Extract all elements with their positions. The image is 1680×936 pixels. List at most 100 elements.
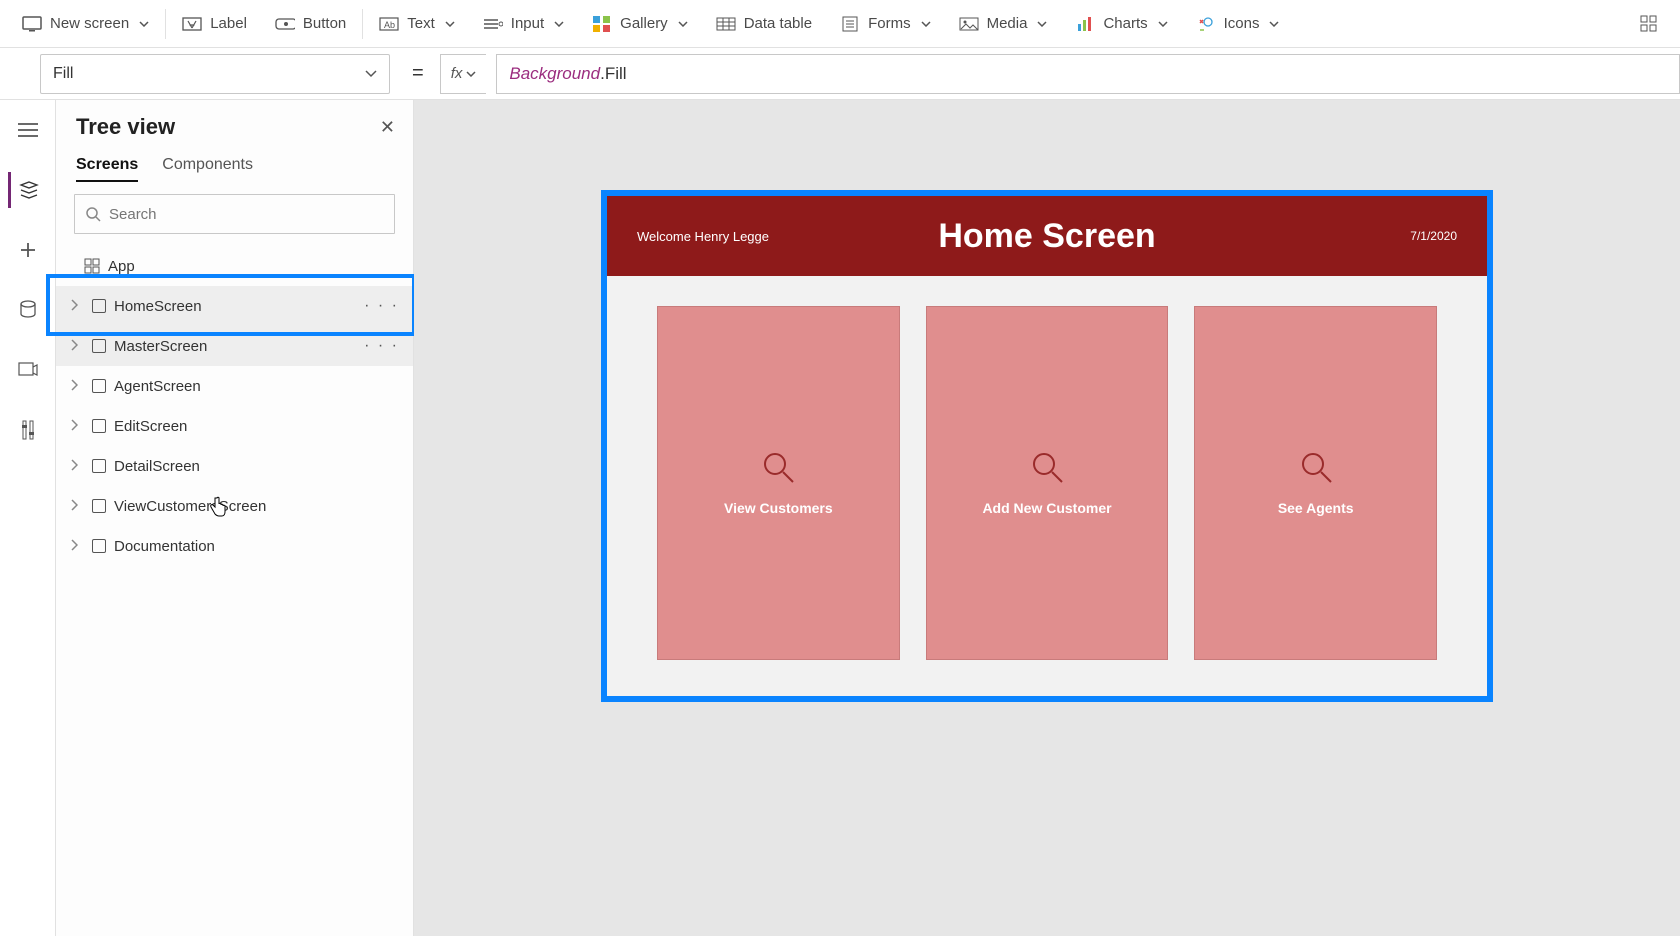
property-selector[interactable]: Fill <box>40 54 390 94</box>
chevron-right-icon <box>70 538 84 555</box>
tree-item-label: DetailScreen <box>114 458 200 475</box>
icons-label: Icons <box>1224 15 1260 32</box>
media-rail-button[interactable] <box>8 352 48 388</box>
chevron-right-icon <box>70 338 84 355</box>
text-button[interactable]: Ab Text <box>365 0 469 48</box>
media-button[interactable]: Media <box>945 0 1062 48</box>
chevron-down-icon <box>139 21 149 27</box>
chevron-down-icon <box>1037 21 1047 27</box>
screen-selection[interactable]: Welcome Henry Legge Home Screen 7/1/2020… <box>601 190 1493 702</box>
grid-snap-button[interactable] <box>1626 0 1672 48</box>
charts-button[interactable]: Charts <box>1061 0 1181 48</box>
formula-reference: Background <box>509 64 600 84</box>
equals-sign: = <box>412 62 424 85</box>
formula-input[interactable]: Background.Fill <box>496 54 1680 94</box>
data-table-button[interactable]: Data table <box>702 0 826 48</box>
icons-button[interactable]: Icons <box>1182 0 1294 48</box>
new-screen-label: New screen <box>50 15 129 32</box>
tree-item-editscreen[interactable]: EditScreen· · · <box>56 406 413 446</box>
forms-button[interactable]: Forms <box>826 0 945 48</box>
icons-icon <box>1196 14 1216 34</box>
tree-view-panel: Tree view ✕ Screens Components App· · ·H… <box>56 100 414 936</box>
chevron-right-icon <box>70 298 84 315</box>
tree-item-viewcustomersscreen[interactable]: ViewCustomersScreen· · · <box>56 486 413 526</box>
media-icon <box>959 14 979 34</box>
forms-label: Forms <box>868 15 911 32</box>
label-button[interactable]: Label <box>168 0 261 48</box>
formula-property: .Fill <box>600 64 626 84</box>
screen-header: Welcome Henry Legge Home Screen 7/1/2020 <box>607 196 1487 276</box>
app-icon <box>84 258 100 274</box>
tree-item-label: HomeScreen <box>114 298 202 315</box>
input-button[interactable]: Input <box>469 0 578 48</box>
search-icon <box>85 206 101 222</box>
card-label: View Customers <box>724 500 833 516</box>
screen-icon <box>92 499 106 513</box>
screen-icon <box>22 14 42 34</box>
screen-icon <box>92 539 106 553</box>
tree-item-label: EditScreen <box>114 418 187 435</box>
tree-item-app[interactable]: App· · · <box>56 246 413 286</box>
more-icon[interactable]: · · · <box>364 297 399 315</box>
fx-button[interactable]: fx <box>440 54 487 94</box>
property-name: Fill <box>53 65 73 83</box>
tree-view-rail-button[interactable] <box>8 172 48 208</box>
tree-item-masterscreen[interactable]: MasterScreen · · · <box>56 326 413 366</box>
tree-item-label: App <box>108 258 135 275</box>
insert-rail-button[interactable] <box>8 232 48 268</box>
media-label: Media <box>987 15 1028 32</box>
tab-screens[interactable]: Screens <box>76 156 138 182</box>
charts-icon <box>1075 14 1095 34</box>
chevron-right-icon <box>70 418 84 435</box>
svg-text:Ab: Ab <box>384 20 395 30</box>
input-icon <box>483 14 503 34</box>
charts-label: Charts <box>1103 15 1147 32</box>
screen-icon <box>92 419 106 433</box>
canvas-area: Welcome Henry Legge Home Screen 7/1/2020… <box>414 100 1680 936</box>
chevron-down-icon <box>1269 21 1279 27</box>
left-rail <box>0 100 56 936</box>
card-view-customers[interactable]: View Customers <box>657 306 900 660</box>
chevron-right-icon <box>70 498 84 515</box>
gallery-label: Gallery <box>620 15 668 32</box>
hamburger-button[interactable] <box>8 112 48 148</box>
chevron-down-icon <box>1158 21 1168 27</box>
separator <box>362 9 363 39</box>
tree-item-detailscreen[interactable]: DetailScreen· · · <box>56 446 413 486</box>
search-icon <box>1030 450 1064 484</box>
home-screen-canvas: Welcome Henry Legge Home Screen 7/1/2020… <box>607 196 1487 696</box>
card-add-new-customer[interactable]: Add New Customer <box>926 306 1169 660</box>
tools-rail-button[interactable] <box>8 412 48 448</box>
new-screen-button[interactable]: New screen <box>8 0 163 48</box>
card-see-agents[interactable]: See Agents <box>1194 306 1437 660</box>
chevron-down-icon <box>445 21 455 27</box>
gallery-button[interactable]: Gallery <box>578 0 702 48</box>
data-table-icon <box>716 14 736 34</box>
screen-icon <box>92 459 106 473</box>
tree-search[interactable] <box>74 194 395 234</box>
chevron-down-icon <box>921 21 931 27</box>
data-rail-button[interactable] <box>8 292 48 328</box>
search-icon <box>761 450 795 484</box>
tree-item-documentation[interactable]: Documentation· · · <box>56 526 413 566</box>
close-icon[interactable]: ✕ <box>380 117 395 138</box>
search-icon <box>1299 450 1333 484</box>
search-input[interactable] <box>109 206 384 223</box>
screen-date: 7/1/2020 <box>1410 229 1457 243</box>
tree-item-homescreen[interactable]: HomeScreen · · · <box>56 286 413 326</box>
card-label: See Agents <box>1278 500 1354 516</box>
tree-item-agentscreen[interactable]: AgentScreen· · · <box>56 366 413 406</box>
tab-components[interactable]: Components <box>162 156 253 182</box>
tree-view-title: Tree view <box>76 114 175 140</box>
tree-item-label: MasterScreen <box>114 338 207 355</box>
screen-icon <box>92 379 106 393</box>
welcome-text: Welcome Henry Legge <box>637 229 769 244</box>
data-table-label: Data table <box>744 15 812 32</box>
more-icon[interactable]: · · · <box>364 337 399 355</box>
screen-title: Home Screen <box>938 217 1155 256</box>
formula-bar: Fill = fx Background.Fill <box>0 48 1680 100</box>
screen-icon <box>92 299 106 313</box>
button-icon <box>275 14 295 34</box>
button-button[interactable]: Button <box>261 0 360 48</box>
chevron-down-icon <box>678 21 688 27</box>
